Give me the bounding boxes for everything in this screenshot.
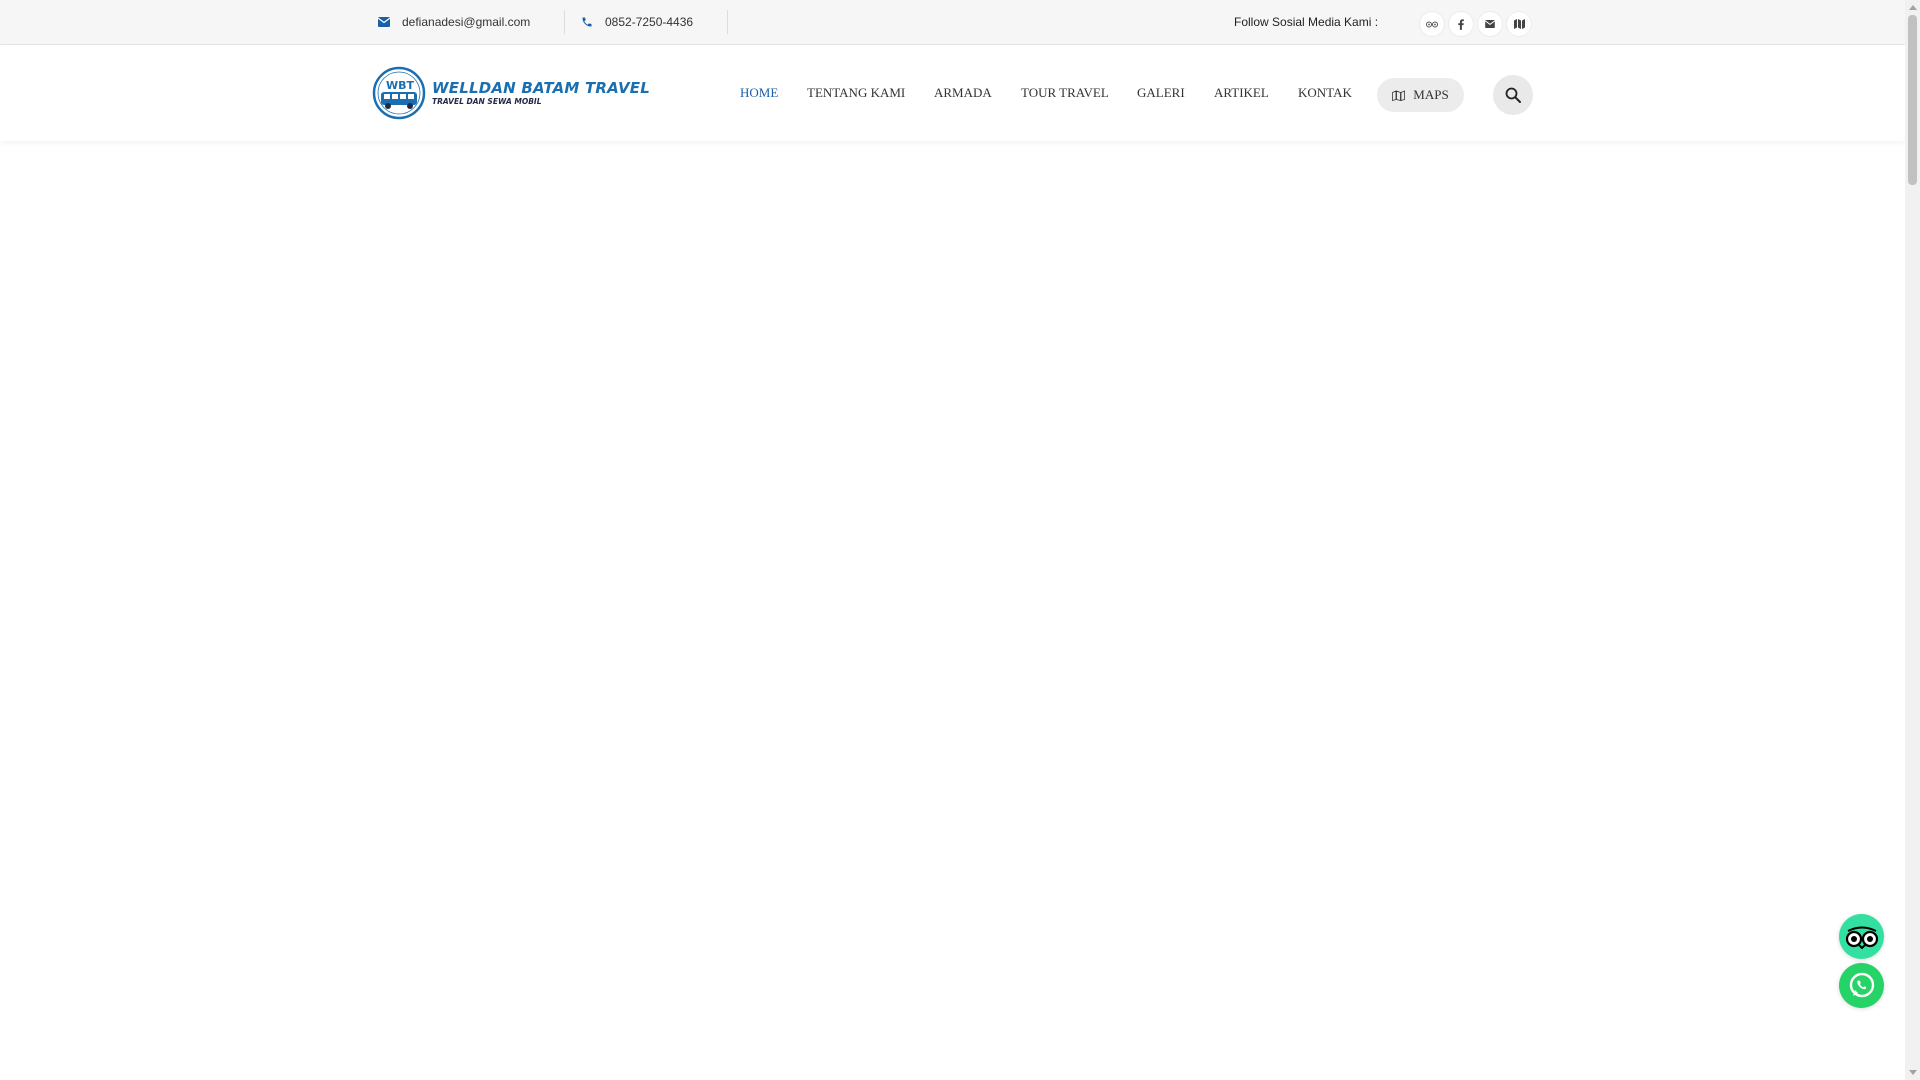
tripadvisor-icon bbox=[1845, 926, 1878, 949]
phone-text: 0852-7250-4436 bbox=[605, 15, 694, 29]
divider bbox=[564, 10, 565, 34]
logo-subtitle: TRAVEL DAN SEWA MOBIL bbox=[432, 96, 542, 106]
scroll-down-arrow[interactable] bbox=[1905, 1065, 1920, 1080]
scroll-thumb[interactable] bbox=[1908, 15, 1917, 185]
facebook-icon bbox=[1458, 18, 1464, 30]
whatsapp-float-button[interactable] bbox=[1839, 963, 1884, 1008]
tripadvisor-icon bbox=[1426, 21, 1438, 28]
divider bbox=[727, 10, 728, 34]
social-facebook[interactable] bbox=[1449, 12, 1473, 36]
bus-logo-icon bbox=[372, 66, 426, 120]
email-text: defianadesi@gmail.com bbox=[402, 15, 531, 29]
logo-title: WELLDAN BATAM TRAVEL bbox=[432, 78, 650, 97]
contact-phone[interactable]: 0852-7250-4436 bbox=[581, 0, 693, 44]
scroll-up-arrow[interactable] bbox=[1905, 0, 1920, 15]
logo-text: WELLDAN BATAM TRAVEL TRAVEL DAN SEWA MOB… bbox=[432, 78, 650, 107]
phone-icon bbox=[582, 17, 592, 27]
email-icon bbox=[1485, 20, 1495, 28]
nav-home[interactable]: HOME bbox=[740, 45, 778, 141]
envelope-icon bbox=[378, 17, 390, 27]
maps-button[interactable]: MAPS bbox=[1377, 78, 1464, 112]
social-tripadvisor[interactable] bbox=[1420, 12, 1444, 36]
top-bar: defianadesi@gmail.com 0852-7250-4436 Fol… bbox=[0, 0, 1905, 45]
nav-tour-travel[interactable]: TOUR TRAVEL bbox=[1021, 45, 1109, 141]
social-email[interactable] bbox=[1478, 12, 1502, 36]
vertical-scrollbar[interactable] bbox=[1905, 0, 1920, 1080]
maps-icon bbox=[1513, 19, 1525, 29]
site-logo[interactable]: WBT WELLDAN BATAM TRAVEL TRAVEL DAN SEWA… bbox=[372, 66, 650, 120]
search-icon bbox=[1505, 87, 1521, 103]
chevron-up-icon bbox=[1908, 5, 1917, 10]
nav-armada[interactable]: ARMADA bbox=[934, 45, 992, 141]
tripadvisor-float-button[interactable] bbox=[1839, 914, 1884, 959]
main-header: WBT WELLDAN BATAM TRAVEL TRAVEL DAN SEWA… bbox=[0, 45, 1905, 141]
chevron-down-icon bbox=[1908, 1070, 1917, 1075]
maps-label: MAPS bbox=[1413, 87, 1449, 102]
nav-tentang-kami[interactable]: TENTANG KAMI bbox=[807, 45, 905, 141]
nav-galeri[interactable]: GALERI bbox=[1137, 45, 1185, 141]
logo-badge: WBT bbox=[386, 79, 415, 92]
nav-kontak[interactable]: KONTAK bbox=[1298, 45, 1352, 141]
whatsapp-icon bbox=[1849, 972, 1874, 997]
map-icon bbox=[1392, 89, 1406, 101]
page: defianadesi@gmail.com 0852-7250-4436 Fol… bbox=[0, 0, 1920, 1080]
nav-artikel[interactable]: ARTIKEL bbox=[1214, 45, 1269, 141]
follow-social-label: Follow Sosial Media Kami : bbox=[1234, 15, 1379, 29]
contact-email[interactable]: defianadesi@gmail.com bbox=[378, 0, 530, 44]
social-maps[interactable] bbox=[1507, 12, 1531, 36]
search-button[interactable] bbox=[1493, 75, 1533, 115]
